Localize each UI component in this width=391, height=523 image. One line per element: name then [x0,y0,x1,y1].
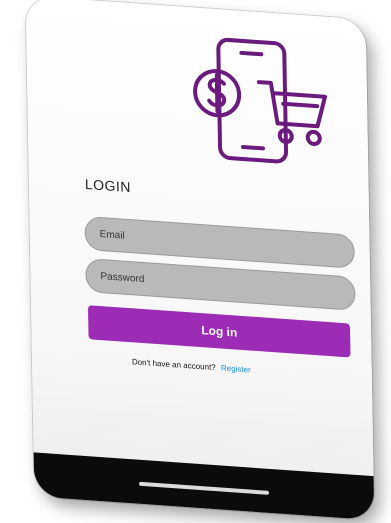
phone-frame: LOGIN Log in Don't have an account? Regi… [25,0,375,521]
register-row: Don't have an account? Register [132,357,251,374]
register-prompt: Don't have an account? [131,357,216,373]
page-title: LOGIN [84,175,132,196]
phone-payment-cart-icon [193,37,328,164]
email-input[interactable] [97,227,342,258]
home-indicator[interactable] [138,481,270,495]
phone-bottom-bezel [33,452,375,521]
password-input[interactable] [98,269,343,300]
register-link[interactable]: Register [221,363,251,374]
mockup-stage: LOGIN Log in Don't have an account? Regi… [0,0,391,523]
login-button[interactable]: Log in [87,305,351,358]
